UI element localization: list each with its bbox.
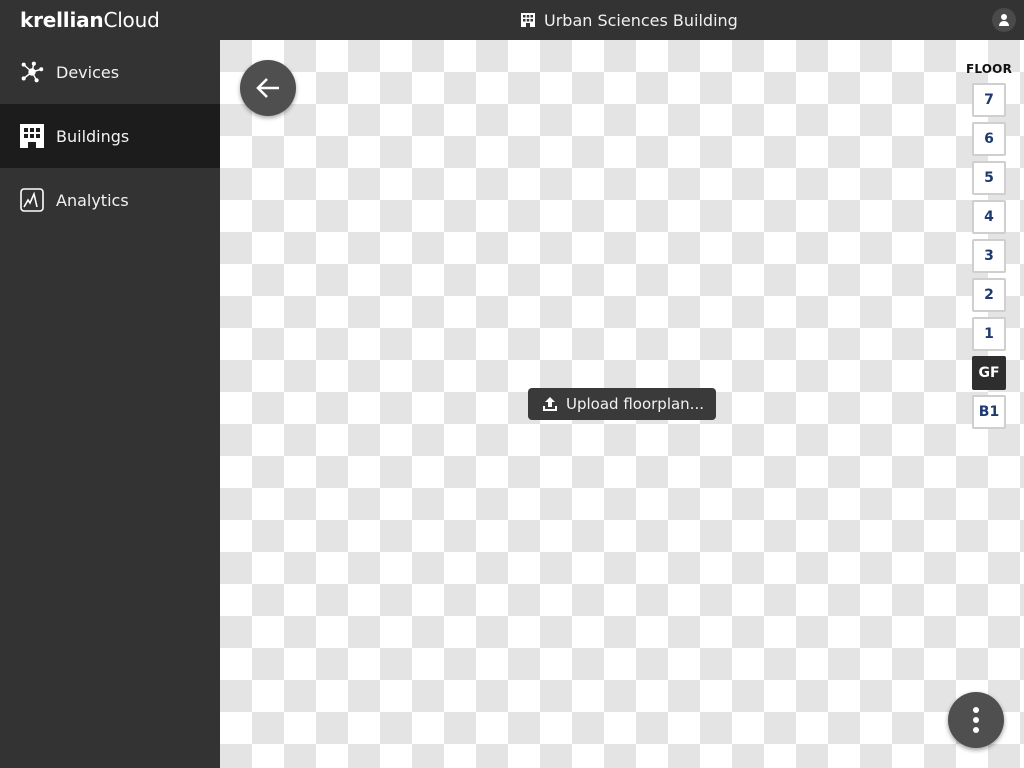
floorplan-canvas[interactable]: Upload floorplan... FLOOR 7 6 5 4 3 2 1 … [220,40,1024,768]
user-account-button[interactable] [992,8,1016,32]
upload-floorplan-label: Upload floorplan... [566,395,704,413]
building-title: Urban Sciences Building [520,0,738,40]
sidebar-item-buildings[interactable]: Buildings [0,104,220,168]
sidebar: Devices Buildings Analytics [0,40,220,768]
floor-selector: FLOOR 7 6 5 4 3 2 1 GF B1 [964,62,1014,434]
devices-network-icon [20,60,44,84]
sidebar-item-label: Devices [56,62,120,82]
app-logo[interactable]: krellianCloud [20,8,160,32]
logo-light-text: Cloud [103,8,160,32]
floor-button-1[interactable]: 1 [972,317,1006,351]
analytics-chart-icon [20,188,44,212]
floor-button-4[interactable]: 4 [972,200,1006,234]
more-options-button[interactable] [948,692,1004,748]
building-icon [20,124,44,148]
sidebar-item-devices[interactable]: Devices [0,40,220,104]
sidebar-item-label: Analytics [56,190,129,210]
floor-button-gf[interactable]: GF [972,356,1006,390]
floor-button-3[interactable]: 3 [972,239,1006,273]
floor-button-6[interactable]: 6 [972,122,1006,156]
floor-button-2[interactable]: 2 [972,278,1006,312]
upload-floorplan-button[interactable]: Upload floorplan... [528,388,716,420]
floor-button-7[interactable]: 7 [972,83,1006,117]
upload-icon [543,397,557,411]
logo-bold-text: krellian [20,8,104,32]
arrow-left-icon [256,78,279,98]
more-vertical-icon [973,705,979,735]
building-icon [521,13,535,27]
back-button[interactable] [240,60,296,116]
sidebar-item-analytics[interactable]: Analytics [0,168,220,232]
sidebar-item-label: Buildings [56,126,130,146]
floor-selector-heading: FLOOR [965,62,1013,76]
floor-button-5[interactable]: 5 [972,161,1006,195]
building-title-text: Urban Sciences Building [544,10,738,30]
floor-button-b1[interactable]: B1 [972,395,1006,429]
user-account-icon [999,14,1009,26]
top-bar: krellianCloud Urban Sciences Building [0,0,1024,40]
